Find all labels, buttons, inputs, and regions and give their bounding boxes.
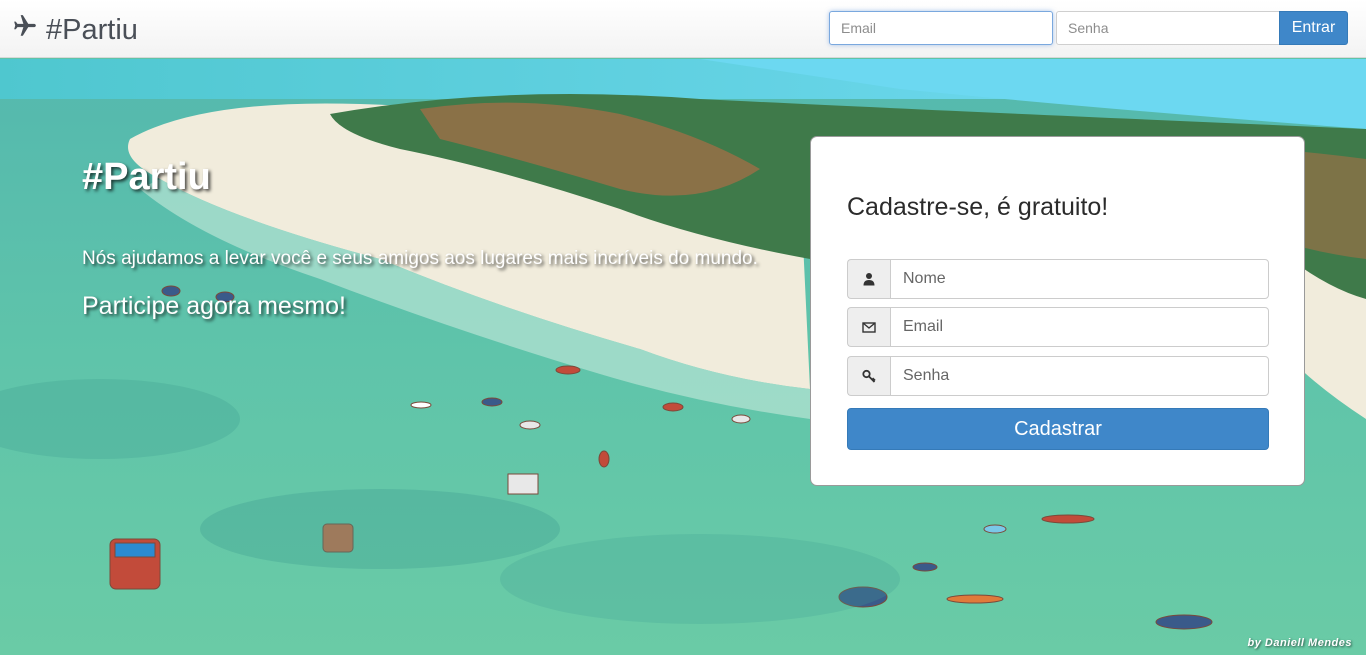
hero-title: #Partiu xyxy=(82,156,211,198)
login-password-input[interactable] xyxy=(1056,11,1280,45)
signup-submit-button[interactable]: Cadastrar xyxy=(847,408,1269,450)
login-email-input[interactable] xyxy=(829,11,1053,45)
signup-heading: Cadastre-se, é gratuito! xyxy=(847,193,1109,221)
navbar: #Partiu Entrar xyxy=(0,0,1366,58)
brand-name: #Partiu xyxy=(46,13,138,46)
hero-text: #Partiu Nós ajudamos a levar você e seus… xyxy=(82,158,776,321)
password-field xyxy=(847,356,1269,396)
key-icon xyxy=(847,356,890,396)
brand-link[interactable]: #Partiu xyxy=(12,13,138,47)
password-input[interactable] xyxy=(890,356,1269,396)
email-input[interactable] xyxy=(890,307,1269,347)
signup-card: Cadastre-se, é gratuito! Cadastrar xyxy=(810,136,1305,486)
hero-lead: Nós ajudamos a levar você e seus amigos … xyxy=(82,248,758,269)
name-input[interactable] xyxy=(890,259,1269,299)
login-button[interactable]: Entrar xyxy=(1279,11,1348,45)
photo-credit: by Daniell Mendes xyxy=(1247,637,1352,649)
user-icon xyxy=(847,259,890,299)
email-field xyxy=(847,307,1269,347)
plane-icon xyxy=(12,13,38,47)
envelope-icon xyxy=(847,307,890,347)
name-field xyxy=(847,259,1269,299)
hero-cta: Participe agora mesmo! xyxy=(82,292,347,320)
